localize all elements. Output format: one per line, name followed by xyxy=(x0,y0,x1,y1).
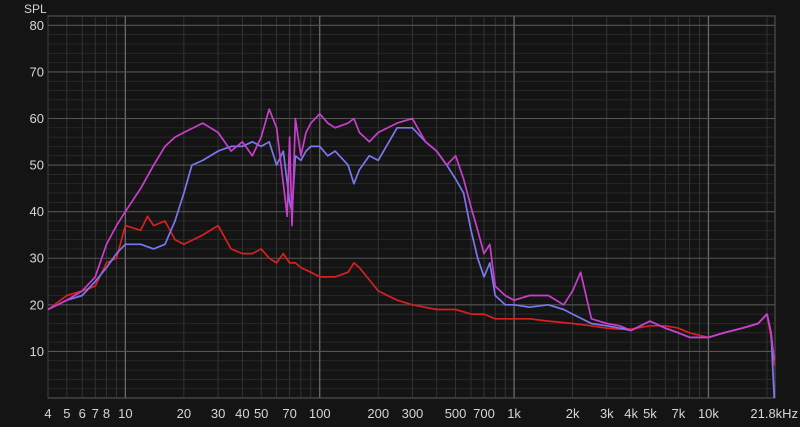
x-tick-label: 2k xyxy=(566,406,580,421)
y-tick-label: 70 xyxy=(30,64,44,79)
y-tick-label: 40 xyxy=(30,204,44,219)
y-tick-label: 80 xyxy=(30,18,44,33)
x-tick-label: 10 xyxy=(118,406,132,421)
x-tick-label: 700 xyxy=(473,406,495,421)
y-tick-label: 30 xyxy=(30,251,44,266)
y-tick-label: 10 xyxy=(30,344,44,359)
x-tick-label: 6 xyxy=(79,406,86,421)
x-tick-label: 50 xyxy=(254,406,268,421)
x-tick-label: 200 xyxy=(367,406,389,421)
x-tick-label: 100 xyxy=(309,406,331,421)
y-tick-label: 50 xyxy=(30,158,44,173)
x-tick-label: 1k xyxy=(507,406,521,421)
x-tick-label: 4k xyxy=(624,406,638,421)
x-tick-label: 3k xyxy=(600,406,614,421)
x-tick-label: 70 xyxy=(282,406,296,421)
x-tick-label: 7 xyxy=(92,406,99,421)
x-tick-label: 21.8kHz xyxy=(750,406,798,421)
x-tick-label: 40 xyxy=(235,406,249,421)
plot-area xyxy=(47,15,776,399)
x-tick-label: 8 xyxy=(103,406,110,421)
x-axis-ticks: 4 5 6 7 8 10 20 30 40 50 70 100 200 300 500 700 1k 2k 3k 4k… xyxy=(44,406,798,421)
x-tick-label: 5k xyxy=(643,406,657,421)
x-tick-label: 30 xyxy=(211,406,225,421)
y-tick-label: 20 xyxy=(30,297,44,312)
x-tick-label: 300 xyxy=(402,406,424,421)
x-tick-label: 4 xyxy=(44,406,51,421)
x-tick-label: 500 xyxy=(445,406,467,421)
x-tick-label: 7k xyxy=(671,406,685,421)
x-tick-label: 10k xyxy=(698,406,719,421)
y-axis-label: SPL xyxy=(24,2,47,16)
x-tick-label: 20 xyxy=(177,406,191,421)
x-tick-label: 5 xyxy=(63,406,70,421)
frequency-response-chart: 4 5 6 7 8 10 20 30 40 50 70 100 200 300 500 700 1k 2k 3k 4k… xyxy=(24,2,798,421)
y-axis-ticks: 10 20 30 40 50 60 70 80 xyxy=(30,18,44,359)
y-tick-label: 60 xyxy=(30,111,44,126)
